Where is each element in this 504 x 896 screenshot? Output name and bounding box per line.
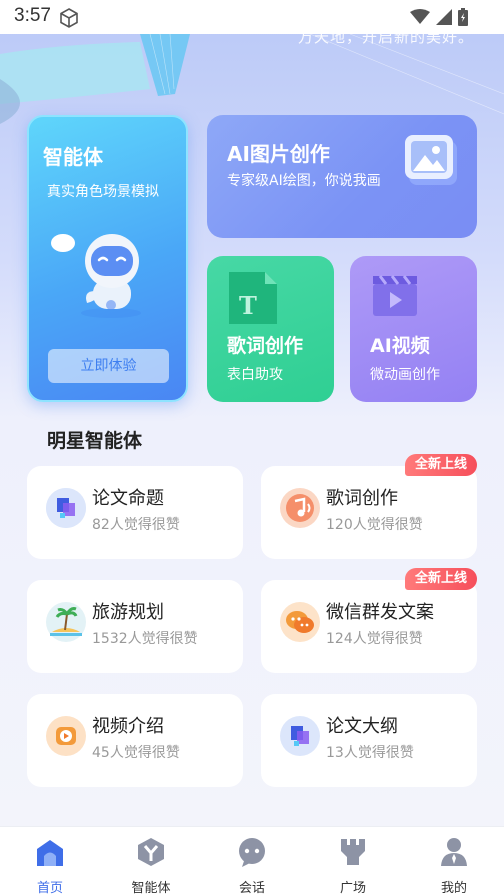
star-agent-name: 微信群发文案	[326, 602, 434, 623]
agent-card-title: 智能体	[43, 145, 103, 169]
chat-icon	[280, 602, 320, 642]
robot-icon	[49, 229, 159, 323]
nav-profile[interactable]: 我的	[419, 837, 489, 896]
star-agent-likes: 124人觉得很赞	[326, 631, 423, 647]
new-badge: 全新上线	[405, 568, 477, 590]
profile-icon	[438, 838, 470, 871]
picture-icon	[405, 135, 459, 191]
bottom-nav: 首页 智能体 会话 广场 我的	[0, 826, 504, 896]
star-agent-name: 旅游规划	[92, 602, 164, 623]
try-now-button[interactable]: 立即体验	[48, 349, 169, 383]
lyric-card-subtitle: 表白助攻	[227, 367, 283, 383]
nav-home-label: 首页	[36, 881, 63, 896]
signal-icon	[436, 9, 452, 29]
nav-home[interactable]: 首页	[15, 837, 85, 896]
status-bar: 3:57	[0, 0, 504, 34]
star-agent-name: 论文命题	[92, 488, 164, 509]
agent-card[interactable]: 智能体 真实角色场景模拟 立即体验	[27, 115, 188, 402]
video-icon	[46, 716, 86, 756]
hero-banner: 万天地，开启新的美好。	[0, 34, 504, 124]
star-agent-likes: 13人觉得很赞	[326, 745, 414, 761]
music-icon	[280, 488, 320, 528]
hero-illustration	[0, 34, 504, 124]
nav-plaza-label: 广场	[339, 881, 366, 896]
star-agent-card[interactable]: 视频介绍 45人觉得很赞	[27, 694, 243, 787]
svg-text:T: T	[239, 291, 257, 320]
home-icon	[34, 840, 66, 871]
chat-icon	[236, 838, 268, 871]
star-agent-likes: 82人觉得很赞	[92, 517, 180, 533]
agent-card-subtitle: 真实角色场景模拟	[47, 184, 159, 200]
nav-agent[interactable]: 智能体	[116, 837, 186, 896]
ai-image-card-title: AI图片创作	[227, 142, 330, 166]
star-agent-card[interactable]: 旅游规划 1532人觉得很赞	[27, 580, 243, 673]
new-badge: 全新上线	[405, 454, 477, 476]
star-agent-likes: 120人觉得很赞	[326, 517, 423, 533]
star-agent-card[interactable]: 微信群发文案 124人觉得很赞	[261, 580, 477, 673]
star-agent-likes: 45人觉得很赞	[92, 745, 180, 761]
ai-image-card[interactable]: AI图片创作 专家级AI绘图，你说我画	[207, 115, 477, 238]
lyric-card[interactable]: T 歌词创作 表白助攻	[207, 256, 334, 402]
nav-profile-label: 我的	[440, 881, 467, 896]
island-icon	[46, 602, 86, 642]
section-title: 明星智能体	[47, 430, 143, 452]
ai-video-card-subtitle: 微动画创作	[370, 367, 440, 383]
paper-icon	[46, 488, 86, 528]
paper-icon	[280, 716, 320, 756]
star-agent-name: 视频介绍	[92, 716, 164, 737]
ai-image-card-subtitle: 专家级AI绘图，你说我画	[227, 173, 381, 189]
star-agent-card[interactable]: 歌词创作 120人觉得很赞	[261, 466, 477, 559]
document-icon: T	[227, 272, 279, 328]
cube-icon	[58, 7, 80, 33]
battery-icon	[458, 8, 468, 30]
wifi-icon	[410, 9, 430, 29]
hero-slogan: 万天地，开启新的美好。	[297, 34, 474, 46]
star-agent-name: 论文大纲	[326, 716, 398, 737]
status-time: 3:57	[14, 5, 51, 26]
star-agent-likes: 1532人觉得很赞	[92, 631, 198, 647]
nav-chat-label: 会话	[238, 881, 265, 896]
star-agent-name: 歌词创作	[326, 488, 398, 509]
star-agent-card[interactable]: 论文大纲 13人觉得很赞	[261, 694, 477, 787]
ai-video-card[interactable]: AI视频 微动画创作	[350, 256, 477, 402]
ai-video-card-title: AI视频	[370, 335, 430, 357]
agent-icon	[135, 838, 167, 871]
star-agent-card[interactable]: 论文命题 82人觉得很赞	[27, 466, 243, 559]
nav-agent-label: 智能体	[131, 881, 171, 896]
nav-chat[interactable]: 会话	[217, 837, 287, 896]
nav-plaza[interactable]: 广场	[318, 837, 388, 896]
plaza-icon	[337, 839, 369, 871]
lyric-card-title: 歌词创作	[227, 335, 304, 357]
clapperboard-icon	[370, 272, 420, 322]
